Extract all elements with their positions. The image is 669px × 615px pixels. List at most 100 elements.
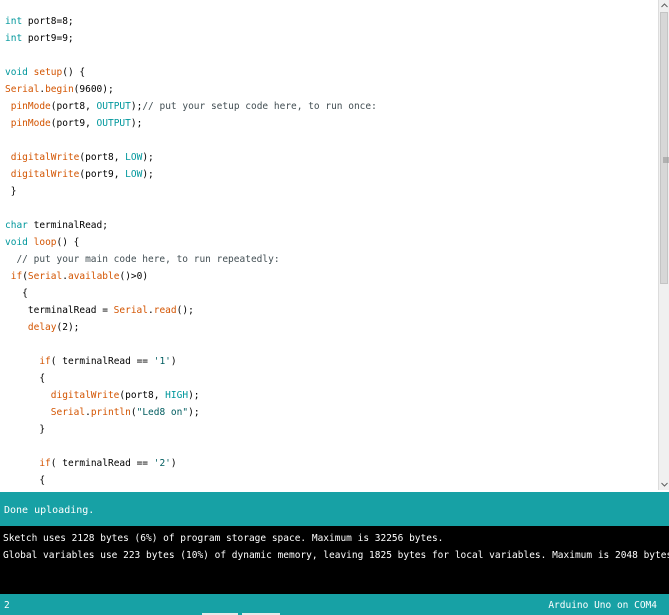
code-token: { xyxy=(5,475,46,486)
code-line[interactable]: digitalWrite(port9, LOW); xyxy=(5,166,377,183)
code-line[interactable]: int port9=9; xyxy=(5,30,377,47)
code-token: (port8, xyxy=(79,152,126,163)
code-line[interactable]: Serial.begin(9600); xyxy=(5,81,377,98)
code-token: Serial xyxy=(113,305,148,316)
code-token: HIGH xyxy=(165,390,189,401)
code-line[interactable] xyxy=(5,200,377,217)
code-token: ) xyxy=(170,458,177,469)
code-token: Serial xyxy=(27,271,63,282)
code-text-area[interactable]: int port8=8; int port9=9; void setup() {S… xyxy=(5,13,377,489)
code-line[interactable]: digitalWrite(port8, HIGH); xyxy=(5,387,377,404)
code-token: int xyxy=(5,16,23,27)
code-line[interactable] xyxy=(5,438,377,455)
code-token: ()>0) xyxy=(119,271,149,282)
code-token: ( terminalRead == xyxy=(50,458,154,469)
code-token: () { xyxy=(62,67,86,78)
code-token: port9=9; xyxy=(22,33,74,44)
code-token: } xyxy=(5,424,46,435)
code-line[interactable]: pinMode(port8, OUTPUT);// put your setup… xyxy=(5,98,377,115)
code-token: pinMode xyxy=(10,118,51,129)
code-token: '2' xyxy=(153,458,171,469)
code-line[interactable]: } xyxy=(5,421,377,438)
code-token: OUTPUT xyxy=(96,101,131,112)
code-editor[interactable]: int port8=8; int port9=9; void setup() {S… xyxy=(0,0,658,490)
code-token: ); xyxy=(188,390,200,401)
code-token: digitalWrite xyxy=(10,169,80,180)
code-token: (); xyxy=(176,305,194,316)
code-token: (port8, xyxy=(119,390,166,401)
code-token: println xyxy=(90,407,131,418)
code-token: // put your main code here, to run repea… xyxy=(5,254,280,265)
code-token: if xyxy=(10,271,23,282)
output-console[interactable]: Sketch uses 2128 bytes (6%) of program s… xyxy=(0,526,669,594)
code-token: OUTPUT xyxy=(96,118,131,129)
editor-vertical-scrollbar[interactable] xyxy=(658,0,669,490)
code-token: available xyxy=(67,271,120,282)
code-line[interactable]: digitalWrite(port8, LOW); xyxy=(5,149,377,166)
code-token: digitalWrite xyxy=(50,390,120,401)
code-token: (port9, xyxy=(50,118,97,129)
board-port-label: Arduino Uno on COM4 xyxy=(548,600,657,611)
scrollbar-thumb[interactable] xyxy=(660,12,669,284)
console-line: Global variables use 223 bytes (10%) of … xyxy=(3,550,669,561)
code-token: // put your setup code here, to run once… xyxy=(142,101,377,112)
arrow-up-icon[interactable] xyxy=(660,1,669,10)
upload-status-bar: Done uploading. xyxy=(0,492,669,526)
code-token: void xyxy=(5,67,28,78)
code-line[interactable]: Serial.println("Led8 on"); xyxy=(5,404,377,421)
footer-bar: 2 Arduino Uno on COM4 xyxy=(0,594,669,615)
code-line[interactable]: char terminalRead; xyxy=(5,217,377,234)
code-token: (9600); xyxy=(73,84,114,95)
code-token: LOW xyxy=(125,169,143,180)
code-token: ); xyxy=(130,118,143,129)
code-token: { xyxy=(5,373,46,384)
code-token: char xyxy=(5,220,28,231)
code-token: void xyxy=(5,237,28,248)
code-token: ); xyxy=(188,407,200,418)
code-line[interactable]: void setup() { xyxy=(5,64,377,81)
code-line[interactable]: void loop() { xyxy=(5,234,377,251)
code-token: () { xyxy=(56,237,80,248)
code-token: ); xyxy=(142,169,154,180)
current-line-number: 2 xyxy=(4,600,10,611)
code-token: read xyxy=(153,305,177,316)
code-token: delay xyxy=(27,322,57,333)
code-token: "Led8 on" xyxy=(136,407,189,418)
code-line[interactable]: if( terminalRead == '2') xyxy=(5,455,377,472)
code-token: LOW xyxy=(125,152,143,163)
code-line[interactable]: { xyxy=(5,472,377,489)
code-line[interactable]: int port8=8; xyxy=(5,13,377,30)
code-token: Serial xyxy=(50,407,86,418)
code-token: (port8, xyxy=(50,101,97,112)
code-token: setup xyxy=(33,67,63,78)
code-token: ) xyxy=(170,356,177,367)
code-line[interactable]: if( terminalRead == '1') xyxy=(5,353,377,370)
arrow-down-icon[interactable] xyxy=(660,480,669,489)
code-line[interactable]: { xyxy=(5,285,377,302)
code-line[interactable] xyxy=(5,336,377,353)
code-token: terminalRead = xyxy=(5,305,114,316)
code-line[interactable]: if(Serial.available()>0) xyxy=(5,268,377,285)
code-token: loop xyxy=(33,237,57,248)
code-line[interactable]: pinMode(port9, OUTPUT); xyxy=(5,115,377,132)
code-line[interactable]: } xyxy=(5,183,377,200)
code-token: terminalRead; xyxy=(27,220,108,231)
code-token: if xyxy=(39,356,51,367)
code-line[interactable]: // put your main code here, to run repea… xyxy=(5,251,377,268)
code-token: ( terminalRead == xyxy=(50,356,154,367)
code-token: pinMode xyxy=(10,101,51,112)
code-token: (port9, xyxy=(79,169,126,180)
code-token: ); xyxy=(142,152,154,163)
code-line[interactable] xyxy=(5,132,377,149)
code-line[interactable]: { xyxy=(5,370,377,387)
code-token: port8=8; xyxy=(22,16,74,27)
code-line[interactable]: delay(2); xyxy=(5,319,377,336)
code-line[interactable]: terminalRead = Serial.read(); xyxy=(5,302,377,319)
code-token: (2); xyxy=(56,322,80,333)
code-line[interactable] xyxy=(5,47,377,64)
